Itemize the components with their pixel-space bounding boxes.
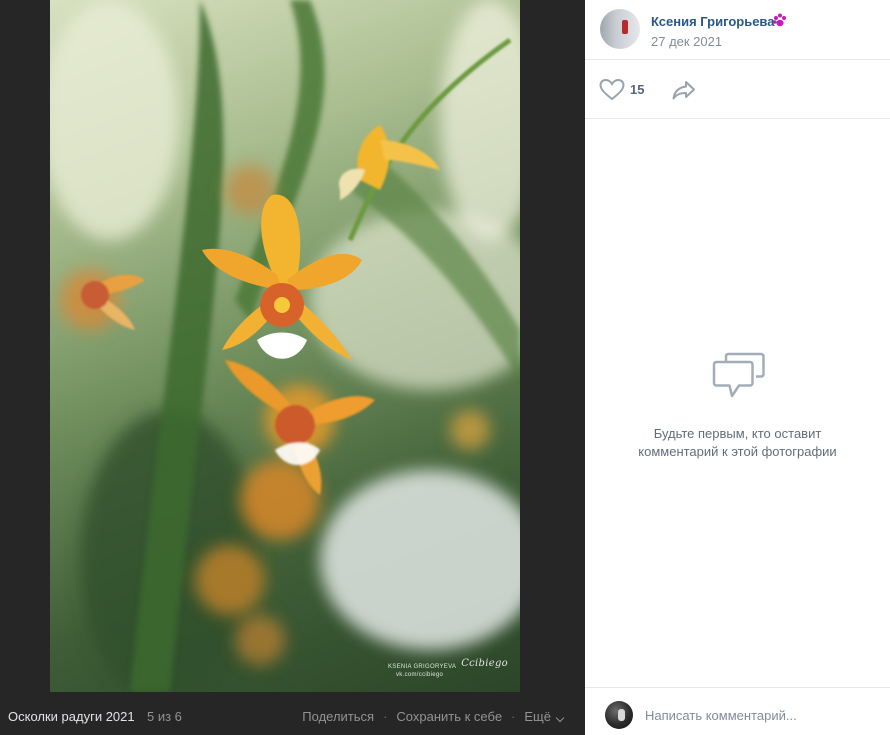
watermark-signature: Ccibiego: [461, 658, 508, 669]
more-label: Ещё: [524, 709, 551, 724]
heart-outline-icon[interactable]: [599, 78, 625, 102]
chevron-down-icon: [555, 713, 565, 723]
more-button[interactable]: Ещё: [524, 709, 565, 724]
author-avatar[interactable]: [600, 9, 640, 49]
comment-composer: [585, 687, 890, 735]
share-arrow-icon[interactable]: [671, 79, 697, 101]
album-title-link[interactable]: Осколки радуги 2021: [8, 709, 135, 724]
orchid-photo-illustration: [50, 0, 520, 692]
author-header: Ксения Григорьева 27 дек 2021: [585, 0, 890, 60]
separator-dot: ·: [383, 709, 388, 724]
empty-comments-text: Будьте первым, кто оставит комментарий к…: [638, 426, 837, 459]
separator-dot: ·: [511, 709, 516, 724]
watermark: KSENIA GRIGORYEVA vk.com/ccibiego Ccibie…: [388, 658, 508, 684]
photo-counter: 5 из 6: [147, 709, 182, 724]
current-user-avatar: [605, 701, 633, 729]
empty-comments-placeholder: Будьте первым, кто оставит комментарий к…: [585, 119, 890, 687]
comment-input[interactable]: [645, 700, 875, 730]
photo-sidebar: Ксения Григорьева 27 дек 2021 15 Будьте …: [585, 0, 890, 735]
watermark-name: KSENIA GRIGORYEVA: [388, 664, 457, 670]
viewer-actions: Поделиться · Сохранить к себе · Ещё: [302, 709, 565, 724]
watermark-url: vk.com/ccibiego: [396, 672, 444, 678]
photo-viewer: KSENIA GRIGORYEVA vk.com/ccibiego Ccibie…: [0, 0, 585, 735]
share-button[interactable]: Поделиться: [302, 709, 374, 724]
likes-count: 15: [630, 82, 645, 97]
paw-icon: [773, 13, 786, 27]
save-button[interactable]: Сохранить к себе: [396, 709, 502, 724]
viewer-bottom-bar: Осколки радуги 2021 5 из 6 Поделиться · …: [0, 692, 585, 735]
author-name-link[interactable]: Ксения Григорьева: [651, 14, 774, 29]
speech-bubbles-icon: [712, 352, 765, 398]
likes-bar: 15: [585, 60, 890, 119]
photo[interactable]: KSENIA GRIGORYEVA vk.com/ccibiego Ccibie…: [50, 0, 520, 692]
post-date: 27 дек 2021: [651, 34, 723, 49]
